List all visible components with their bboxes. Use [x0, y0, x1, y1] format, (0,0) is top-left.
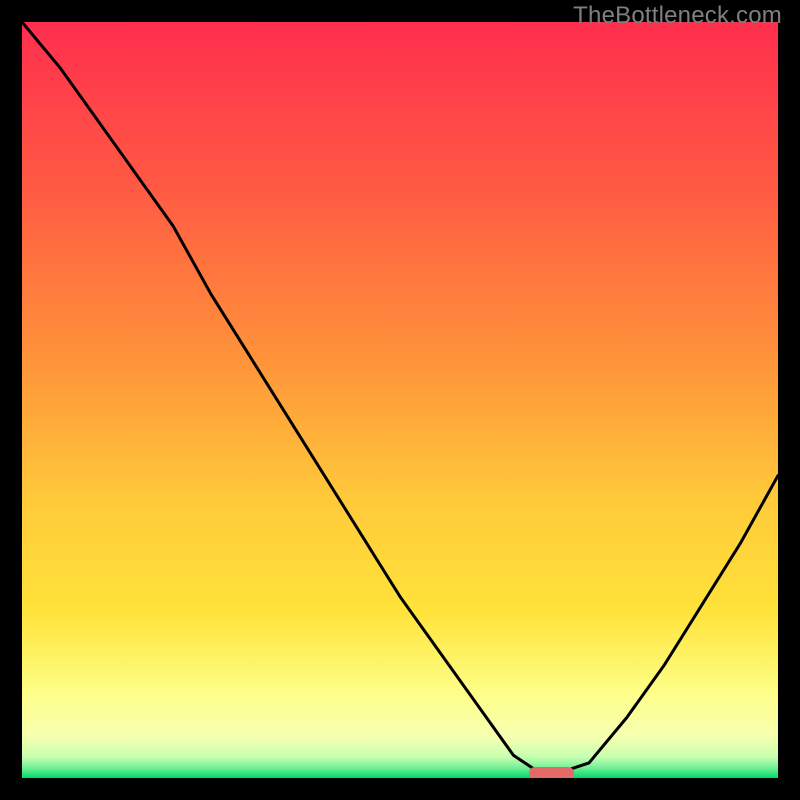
- watermark-label: TheBottleneck.com: [573, 2, 782, 30]
- curve-layer: [22, 22, 778, 778]
- chart-frame: TheBottleneck.com: [0, 0, 800, 800]
- plot-area: [22, 22, 778, 778]
- optimal-marker: [529, 767, 574, 778]
- bottleneck-curve: [22, 22, 778, 770]
